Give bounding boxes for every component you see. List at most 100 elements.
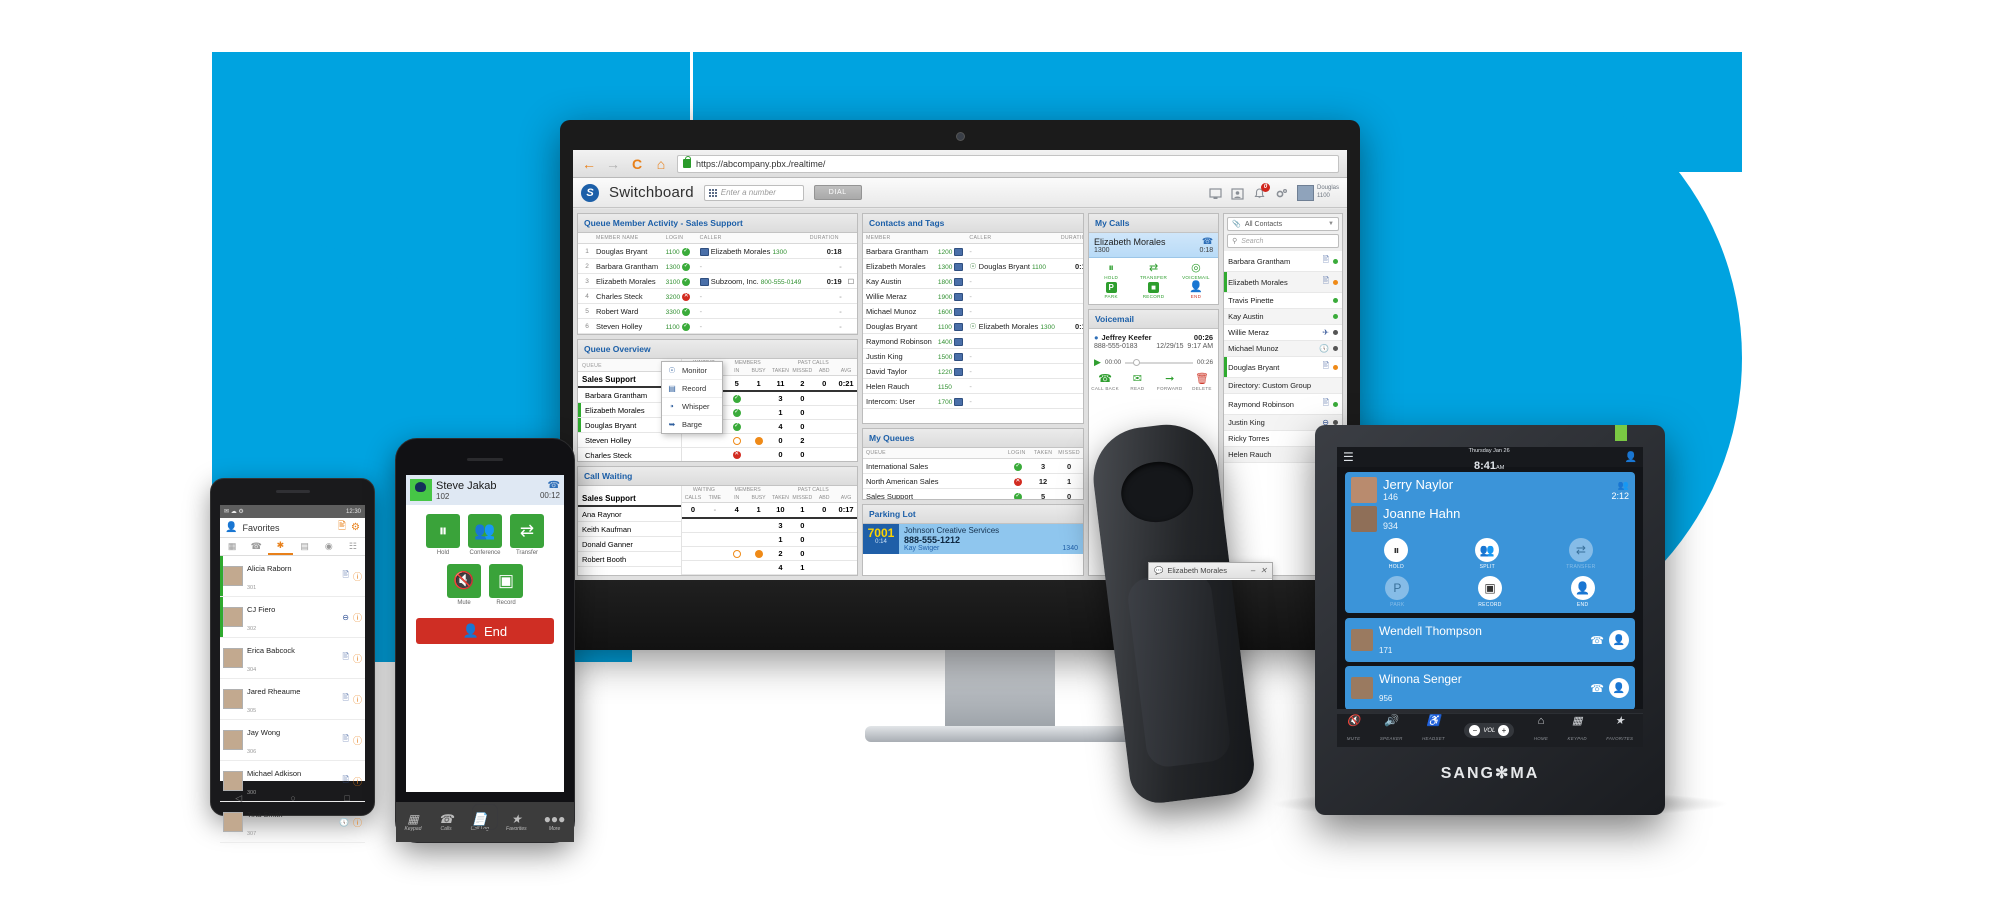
home-key[interactable]: ⌂ HOME (1534, 716, 1548, 745)
notifications-bell-icon[interactable]: 0 (1253, 182, 1270, 199)
iphone-button-conference[interactable]: 👥 Conference (468, 514, 502, 556)
dial-number-input[interactable]: Enter a number (703, 184, 804, 201)
volume-down-icon[interactable]: − (1469, 725, 1481, 736)
table-row[interactable]: 1Douglas Bryant1100 Elizabeth Morales 13… (578, 243, 857, 260)
parking-lot-item[interactable]: 7001 0:14 Johnson Creative Services 888-… (862, 524, 1083, 554)
address-bar[interactable]: https://abcompany.pbx./realtime/ (677, 154, 1339, 173)
table-row[interactable]: Sales Support 50 (862, 488, 1083, 499)
info-icon[interactable]: ⓘ (353, 775, 362, 788)
row-action[interactable] (844, 243, 857, 260)
tab-messages[interactable]: ◉ (317, 538, 341, 555)
contact-card-icon[interactable]: 🖹 (343, 733, 349, 747)
desk-phone-action-transfer[interactable]: ⇄ TRANSFER (1566, 538, 1595, 570)
iphone-button-record[interactable]: ▣ Record (489, 564, 523, 606)
clock-icon[interactable]: 🕔 (339, 818, 349, 827)
end-call-icon[interactable]: 👤 (1609, 678, 1629, 698)
menu-item-record[interactable]: ▤ Record (662, 380, 722, 398)
sidebar-contact-item[interactable]: Raymond Robinson 🖹 (1224, 394, 1342, 415)
row-action[interactable] (844, 258, 857, 275)
menu-item-barge[interactable]: ➥ Barge (662, 416, 722, 433)
desk-phone-action-end[interactable]: 👤 END (1570, 576, 1595, 608)
queue-member-row[interactable]: Charles Steck (578, 448, 681, 461)
menu-item-whisper[interactable]: ⁍ Whisper (662, 398, 722, 416)
iphone-tab-keypad[interactable]: ▦ Keypad (405, 812, 422, 832)
close-icon[interactable]: ✕ (1260, 566, 1267, 575)
table-row[interactable]: Douglas Bryant 1100 ☉ Elizabeth Morales 1… (862, 318, 1083, 335)
android-favorite-item[interactable]: Alicia Raborn 301 🖹 ⓘ (220, 556, 365, 597)
volume-control[interactable]: − VOL + (1464, 723, 1515, 738)
chat-header[interactable]: 💬 Elizabeth Morales – ✕ (1149, 563, 1272, 579)
keypad-key[interactable]: ▦ KEYPAD (1568, 716, 1587, 745)
contact-card-icon[interactable]: 🖹 (338, 519, 346, 536)
table-row[interactable]: Michael Munoz1600 -- (862, 303, 1083, 320)
contacts-icon[interactable]: 👤 (1625, 452, 1637, 463)
contacts-filter-dropdown[interactable]: 📎 All Contacts ▼ (1227, 217, 1339, 231)
minimize-icon[interactable]: – (1251, 566, 1255, 575)
calls-waiting-member[interactable]: Keith Kaufman (578, 522, 681, 538)
voicemail-action-read[interactable]: ✉ READ (1121, 374, 1153, 392)
table-row[interactable]: 3Elizabeth Morales3100 Subzoom, Inc. 800… (578, 273, 857, 290)
sidebar-contact-item[interactable]: Willie Meraz ✈ (1224, 325, 1342, 341)
call-action-park[interactable]: P PARK (1091, 282, 1131, 299)
end-call-icon[interactable]: 👤 (1609, 630, 1629, 650)
android-tabs[interactable]: ▦ ☎ ✱ ▤ ◉ ☷ (220, 538, 365, 556)
sidebar-contact-item[interactable]: Kay Austin (1224, 309, 1342, 325)
back-arrow-icon[interactable]: ← (581, 156, 597, 172)
desk-phone-action-split[interactable]: 👥 SPLIT (1475, 538, 1500, 570)
search-input[interactable]: ⚲ Search (1227, 234, 1339, 248)
iphone-button-transfer[interactable]: ⇄ Transfer (510, 514, 544, 556)
contact-card-icon[interactable]: 🖹 (343, 569, 349, 583)
user-profile[interactable]: Douglas 1100 (1296, 184, 1339, 201)
calls-waiting-member[interactable]: Ana Raynor (578, 507, 681, 523)
desk-phone-action-record[interactable]: ▣ RECORD (1477, 576, 1502, 608)
table-row[interactable]: 5Robert Ward3300 -- (578, 303, 857, 320)
table-row[interactable]: Elizabeth Morales 1300 ☉ Douglas Bryant 1… (862, 258, 1083, 275)
iphone-button-hold[interactable]: ⏸ Hold (426, 514, 460, 556)
contact-card-icon[interactable] (1231, 187, 1244, 200)
home-icon[interactable]: ⌂ (653, 156, 669, 172)
sidebar-contact-item[interactable]: Douglas Bryant 🖹 (1224, 357, 1342, 378)
calls-waiting-member[interactable]: Donald Ganner (578, 537, 681, 553)
table-row[interactable]: Willie Meraz1900 -- (862, 288, 1083, 305)
tab-recents[interactable]: ☎ (244, 538, 268, 555)
iphone-tab-more[interactable]: ●●● More (544, 812, 566, 832)
desk-phone-soft-keys[interactable]: 🔇 MUTE 🔊 SPEAKER ♿ HEADSET − VOL + ⌂ HOME ▦ K… (1337, 713, 1643, 747)
tab-favorites[interactable]: ✱ (268, 538, 293, 555)
call-action-voicemail[interactable]: ◎ VOICEMAIL (1176, 263, 1216, 281)
chat-window-elizabeth[interactable]: 💬 Elizabeth Morales – ✕ conference?11:44… (1148, 562, 1273, 580)
table-row[interactable]: North American Sales 121 (862, 473, 1083, 490)
recents-icon[interactable]: □ (344, 793, 349, 803)
iphone-tab-favorites[interactable]: ★ Favorites (506, 812, 527, 832)
android-favorite-item[interactable]: CJ Fiero 302 ⊖ ⓘ (220, 597, 365, 638)
call-action-end[interactable]: 👤 END (1176, 282, 1216, 300)
table-row[interactable]: Intercom: User1700 -- (862, 393, 1083, 410)
row-action[interactable] (844, 318, 857, 335)
table-row[interactable]: 2Barbara Grantham1300 -- (578, 258, 857, 275)
seek-slider[interactable] (1125, 358, 1193, 366)
android-nav-bar[interactable]: ◁ ○ □ (211, 787, 374, 809)
voicemail-item[interactable]: ● Jeffrey Keefer 00:26 888-555-0183 12/29… (1089, 329, 1218, 354)
info-icon[interactable]: ⓘ (353, 611, 362, 624)
active-call-row[interactable]: Elizabeth Morales ☎ 1300 0:18 (1088, 233, 1219, 258)
table-row[interactable]: Kay Austin1800 -- (862, 273, 1083, 290)
call-action-hold[interactable]: ⏸ HOLD (1091, 263, 1131, 281)
hamburger-icon[interactable]: ☰ (1343, 450, 1354, 464)
row-action[interactable] (844, 303, 857, 320)
slider-thumb[interactable] (1133, 358, 1141, 366)
android-favorite-item[interactable]: Jay Wong 306 🖹 ⓘ (220, 720, 365, 761)
info-icon[interactable]: ⓘ (353, 693, 362, 706)
desk-phone-active-call[interactable]: Jerry Naylor 146 👥 2:12 Joanne Hahn 934 … (1345, 472, 1635, 613)
contact-card-icon[interactable]: 🖹 (343, 651, 349, 665)
forward-arrow-icon[interactable]: → (605, 156, 621, 172)
table-row[interactable]: 6Steven Holley1100 -- (578, 318, 857, 335)
mute-key[interactable]: 🔇 MUTE (1347, 716, 1361, 745)
call-context-menu[interactable]: ☉ Monitor ▤ Record ⁍ Whisper ➥ Barge (661, 361, 723, 434)
table-row[interactable]: David Taylor1220 -- (862, 363, 1083, 380)
home-icon[interactable]: ○ (291, 793, 296, 803)
sidebar-contact-item[interactable]: Barbara Grantham 🖹 (1224, 251, 1342, 272)
table-row[interactable]: 4Charles Steck3200 -- (578, 288, 857, 305)
tab-voicemail[interactable]: ▤ (293, 538, 317, 555)
call-action-record[interactable]: ■ RECORD (1133, 282, 1173, 299)
queue-member-row[interactable]: Steven Holley (578, 433, 681, 449)
info-icon[interactable]: ⓘ (353, 816, 362, 829)
